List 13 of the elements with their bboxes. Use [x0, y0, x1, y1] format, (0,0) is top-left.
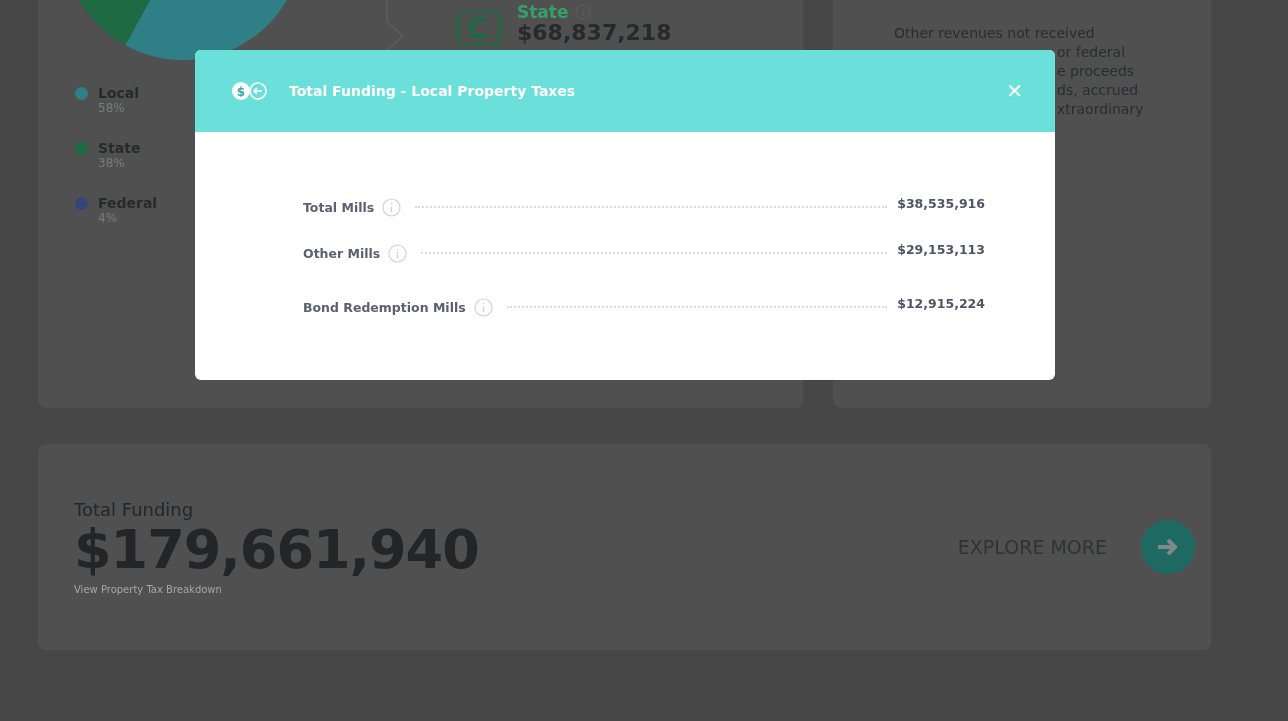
arrow-button[interactable]: [1141, 520, 1195, 574]
right-arrow-icon: [1156, 537, 1180, 557]
source-label: State: [517, 2, 569, 22]
modal-title: Total Funding - Local Property Taxes: [289, 83, 577, 99]
row-value: $12,915,224: [897, 295, 985, 311]
row-value: $38,535,916: [897, 195, 985, 211]
row-label: Total Mills: [303, 199, 375, 215]
row-label: Other Mills: [303, 245, 381, 261]
cheque-icon: [453, 10, 505, 46]
breakdown-link[interactable]: View Property Tax Breakdown: [74, 584, 958, 595]
row-value: $29,153,113: [897, 241, 985, 257]
close-button[interactable]: ✕: [1002, 79, 1027, 103]
row-label: Bond Redemption Mills: [303, 299, 466, 315]
